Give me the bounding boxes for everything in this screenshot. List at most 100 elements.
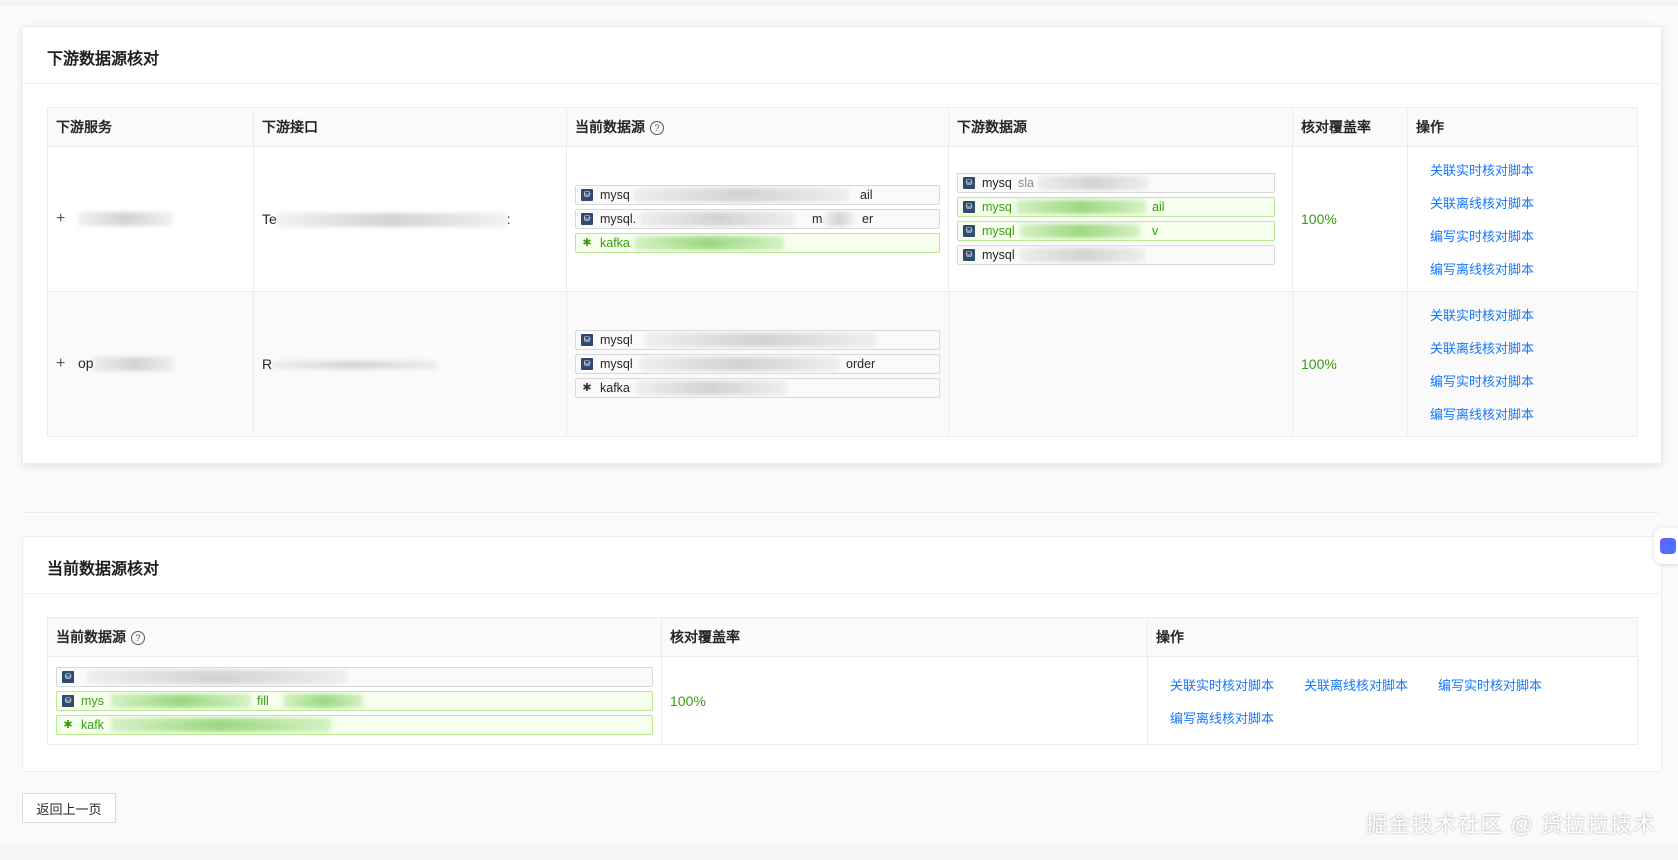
redacted-text [78, 212, 173, 227]
link-offline-script-button[interactable]: 关联离线核对脚本 [1304, 675, 1438, 694]
col-header: 当前数据源? [566, 107, 949, 147]
actions-cell: 关联实时核对脚本 关联离线核对脚本 编写实时核对脚本 编写离线核对脚本 [1147, 656, 1638, 745]
downstream-check-card: 下游数据源核对 下游服务 下游接口 当前数据源? 下游数据源 核对覆盖率 操作 … [22, 26, 1662, 464]
write-offline-script-button[interactable]: 编写离线核对脚本 [1430, 259, 1629, 278]
interface-name: R [262, 356, 273, 372]
redacted-text [272, 361, 438, 370]
datasource-list: ⛁ mysq sla ⛁ mysq ail ⛁ mysql v ⛁ mysql [957, 173, 1275, 265]
col-header: 操作 [1407, 107, 1638, 147]
datasource-chip: ✱ kafka [575, 378, 940, 398]
current-check-card: 当前数据源核对 当前数据源? 核对覆盖率 操作 ⛁ ⛁ mys fill ✱ k… [22, 536, 1662, 772]
datasource-chip: ✱ kafk [56, 714, 653, 735]
redacted-text [93, 357, 174, 372]
datasource-chip: ✱ kafka [575, 233, 940, 253]
datasource-chip: ⛁ mysql. m er [575, 209, 940, 229]
divider [23, 593, 1661, 594]
back-button[interactable]: 返回上一页 [22, 793, 116, 823]
datasource-chip: ⛁ mysql v [957, 221, 1275, 241]
downstream-table: 下游服务 下游接口 当前数据源? 下游数据源 核对覆盖率 操作 + Te: ⛁ … [47, 107, 1638, 437]
write-offline-script-button[interactable]: 编写离线核对脚本 [1170, 708, 1304, 727]
redacted-text [634, 188, 849, 202]
redacted-text [283, 693, 363, 708]
kafka-icon: ✱ [63, 718, 73, 731]
datasource-suffix: v [1152, 224, 1159, 238]
datasource-chip: ⛁ mysq sla [957, 173, 1275, 193]
current-sources-cell: ⛁ ⛁ mys fill ✱ kafk [47, 656, 662, 745]
datasource-name: kafk [81, 717, 104, 732]
interface-cell: Te: [253, 146, 567, 292]
datasource-name: kafka [600, 236, 630, 250]
kafka-icon: ✱ [582, 382, 592, 394]
kafka-icon: ✱ [582, 237, 592, 249]
redacted-text [111, 717, 331, 732]
datasource-suffix: order [846, 357, 876, 371]
write-realtime-script-button[interactable]: 编写实时核对脚本 [1438, 675, 1572, 694]
actions-cell: 关联实时核对脚本 关联离线核对脚本 编写实时核对脚本 编写离线核对脚本 [1407, 146, 1638, 292]
service-name: op [78, 355, 94, 371]
coverage-rate: 100% [1301, 356, 1337, 372]
datasource-name: mysql [982, 248, 1015, 262]
database-icon: ⛁ [581, 334, 593, 346]
expand-icon[interactable]: + [56, 210, 72, 228]
link-offline-script-button[interactable]: 关联离线核对脚本 [1430, 193, 1629, 212]
datasource-list: ⛁ mysq ail ⛁ mysql. m er ✱ kafka [575, 185, 940, 253]
datasource-list: ⛁ ⛁ mys fill ✱ kafk [56, 666, 653, 735]
action-links: 关联实时核对脚本 关联离线核对脚本 编写实时核对脚本 编写离线核对脚本 [1416, 305, 1629, 423]
datasource-suffix: ail [1152, 200, 1165, 214]
link-offline-script-button[interactable]: 关联离线核对脚本 [1430, 338, 1629, 357]
action-links: 关联实时核对脚本 关联离线核对脚本 编写实时核对脚本 编写离线核对脚本 [1156, 675, 1629, 727]
col-header-label: 当前数据源 [575, 119, 645, 135]
datasource-name: mysq [982, 200, 1012, 214]
table-row: ⛁ ⛁ mys fill ✱ kafk 100% 关联实时核对脚本 关联离线核对… [47, 656, 1638, 745]
datasource-name: kafka [600, 381, 630, 395]
current-sources-cell: ⛁ mysql ⛁ mysql order ✱ kafka [566, 291, 949, 437]
action-links: 关联实时核对脚本 关联离线核对脚本 编写实时核对脚本 编写离线核对脚本 [1416, 160, 1629, 278]
table-header-row: 当前数据源? 核对覆盖率 操作 [47, 617, 1638, 657]
write-realtime-script-button[interactable]: 编写实时核对脚本 [1430, 371, 1629, 390]
datasource-chip: ⛁ mysq ail [575, 185, 940, 205]
write-offline-script-button[interactable]: 编写离线核对脚本 [1430, 404, 1629, 423]
redacted-text [634, 236, 784, 250]
col-header: 核对覆盖率 [1292, 107, 1408, 147]
redacted-text [1016, 200, 1146, 214]
help-icon[interactable]: ? [131, 631, 145, 646]
database-icon: ⛁ [581, 358, 593, 370]
datasource-suffix: ail [860, 188, 873, 202]
redacted-text [87, 669, 347, 684]
redacted-text [111, 693, 251, 708]
col-header: 下游服务 [47, 107, 254, 147]
downstream-sources-cell [948, 291, 1293, 437]
datasource-chip: ⛁ mysql [957, 245, 1275, 265]
datasource-name: mys [81, 693, 104, 708]
service-cell: + [47, 146, 254, 292]
table-header-row: 下游服务 下游接口 当前数据源? 下游数据源 核对覆盖率 操作 [47, 107, 1638, 147]
database-icon: ⛁ [62, 694, 74, 707]
database-icon: ⛁ [62, 670, 74, 683]
redacted-text [1020, 248, 1145, 262]
datasource-suffix: sla [1018, 176, 1034, 190]
link-realtime-script-button[interactable]: 关联实时核对脚本 [1430, 160, 1629, 179]
datasource-name: mysq [982, 176, 1012, 190]
datasource-name: mysq [600, 188, 630, 202]
datasource-name: mysql. [600, 212, 637, 226]
floating-assistant-button[interactable] [1654, 528, 1678, 564]
expand-icon[interactable]: + [56, 355, 72, 373]
link-realtime-script-button[interactable]: 关联实时核对脚本 [1170, 675, 1304, 694]
datasource-suffix: fill [257, 693, 269, 708]
interface-name: Te [262, 210, 277, 227]
write-realtime-script-button[interactable]: 编写实时核对脚本 [1430, 226, 1629, 245]
table-row: + Te: ⛁ mysq ail ⛁ mysql. m er ✱ kafka ⛁… [47, 146, 1638, 292]
datasource-chip: ⛁ mysql order [575, 354, 940, 374]
col-header-label: 当前数据源 [56, 629, 126, 645]
redacted-text [636, 381, 786, 395]
datasource-chip: ⛁ [56, 666, 653, 687]
redacted-text [1020, 224, 1140, 238]
datasource-name: mysql [600, 333, 633, 347]
datasource-name: mysql [600, 357, 633, 371]
redacted-text [640, 212, 795, 226]
col-header: 操作 [1147, 617, 1638, 657]
col-header: 下游数据源 [948, 107, 1293, 147]
datasource-chip: ⛁ mysq ail [957, 197, 1275, 217]
link-realtime-script-button[interactable]: 关联实时核对脚本 [1430, 305, 1629, 324]
help-icon[interactable]: ? [650, 121, 664, 136]
